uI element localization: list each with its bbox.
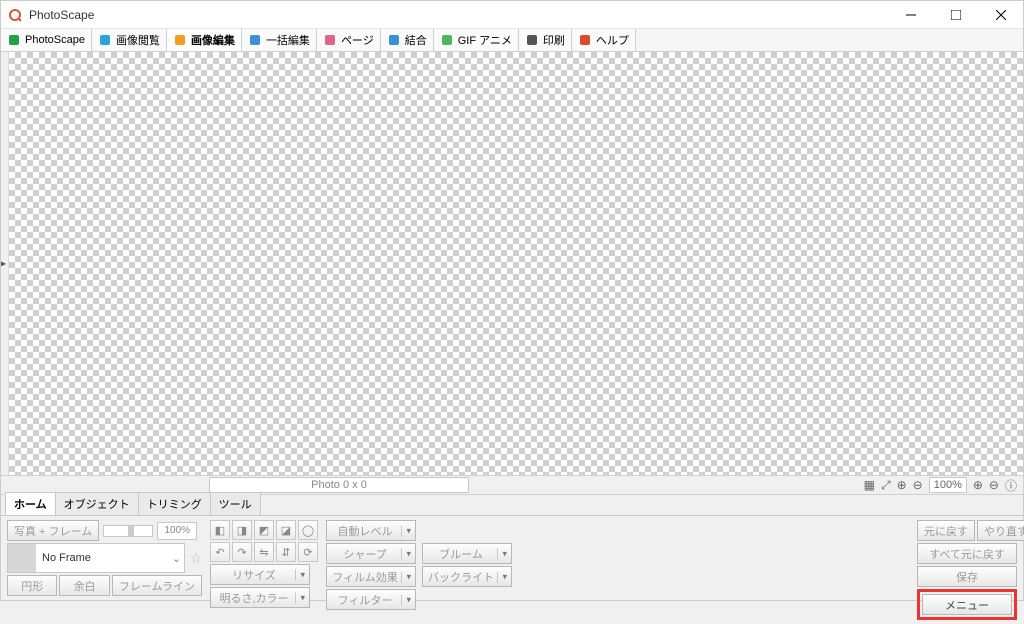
- frame-controls: 写真 + フレーム 100% No Frame ⌄ ☆ 円形 余白 フレームライ…: [7, 520, 202, 620]
- main-tab-GIF アニメ[interactable]: GIF アニメ: [434, 29, 519, 51]
- tab-label: PhotoScape: [25, 34, 85, 46]
- main-tab-一括編集[interactable]: 一括編集: [242, 29, 317, 51]
- window-title: PhotoScape: [29, 8, 94, 22]
- sidebar-collapse-handle[interactable]: ▸: [1, 52, 9, 475]
- tab-icon: [525, 33, 539, 47]
- redo-button[interactable]: やり直す: [977, 520, 1024, 541]
- margin-button[interactable]: 余白: [59, 575, 109, 596]
- tab-icon: [98, 33, 112, 47]
- tab-icon: [323, 33, 337, 47]
- tab-label: ページ: [341, 32, 374, 48]
- editor-area: ▸: [1, 52, 1023, 475]
- zoom-in-icon[interactable]: ⊕: [897, 478, 907, 492]
- tab-icon: [173, 33, 187, 47]
- zoom-in-icon-2[interactable]: ⊕: [973, 478, 983, 492]
- photo-dimensions: Photo 0 x 0: [209, 477, 469, 493]
- frame-percent: 100%: [157, 522, 197, 540]
- sub-tab-オブジェクト[interactable]: オブジェクト: [55, 492, 139, 515]
- tool-gradient-3-icon[interactable]: ◩: [254, 520, 274, 540]
- flip-h-icon[interactable]: ⇋: [254, 542, 274, 562]
- adjust-controls: ◧ ◨ ◩ ◪ ◯ ↶ ↷ ⇋ ⇵ ⟳ リサイズ 明るさ,カラー: [210, 520, 518, 620]
- main-tab-画像編集[interactable]: 画像編集: [167, 29, 242, 51]
- close-button[interactable]: [978, 1, 1023, 28]
- tab-label: GIF アニメ: [458, 32, 512, 48]
- frame-slider[interactable]: [103, 525, 153, 537]
- tool-gradient-2-icon[interactable]: ◨: [232, 520, 252, 540]
- tool-grid: ◧ ◨ ◩ ◪ ◯ ↶ ↷ ⇋ ⇵ ⟳: [210, 520, 318, 562]
- undo-button[interactable]: 元に戻す: [917, 520, 975, 541]
- sub-tab-トリミング[interactable]: トリミング: [138, 492, 211, 515]
- tab-label: 画像閲覧: [116, 32, 160, 48]
- main-tab-ヘルプ[interactable]: ヘルプ: [572, 29, 636, 51]
- app-icon: [7, 7, 23, 23]
- main-tab-結合[interactable]: 結合: [381, 29, 434, 51]
- backlight-button[interactable]: バックライト: [422, 566, 512, 587]
- frame-select[interactable]: No Frame ⌄: [7, 543, 185, 573]
- sub-tab-ホーム[interactable]: ホーム: [5, 492, 56, 515]
- main-tabbar: PhotoScape 画像閲覧 画像編集 一括編集 ページ 結合 GIF アニメ 印刷 ヘルプ: [1, 29, 1023, 52]
- frameline-button[interactable]: フレームライン: [112, 575, 202, 596]
- round-button[interactable]: 円形: [7, 575, 57, 596]
- resize-button[interactable]: リサイズ: [210, 564, 310, 585]
- revert-all-button[interactable]: すべて元に戻す: [917, 543, 1017, 564]
- frame-preview-swatch: [8, 544, 36, 572]
- tab-label: 印刷: [543, 32, 565, 48]
- main-tab-画像閲覧[interactable]: 画像閲覧: [92, 29, 167, 51]
- titlebar: PhotoScape: [1, 1, 1023, 29]
- tool-circle-icon[interactable]: ◯: [298, 520, 318, 540]
- flip-v-icon[interactable]: ⇵: [276, 542, 296, 562]
- save-button[interactable]: 保存: [917, 566, 1017, 587]
- expand-icon: ▸: [1, 258, 6, 269]
- main-tab-ページ[interactable]: ページ: [317, 29, 381, 51]
- tab-icon: [578, 33, 592, 47]
- auto-level-button[interactable]: 自動レベル: [326, 520, 416, 541]
- zoom-out-icon-2[interactable]: ⊖: [989, 478, 999, 492]
- film-effect-button[interactable]: フィルム効果: [326, 566, 416, 587]
- sub-tab-ツール[interactable]: ツール: [210, 492, 261, 515]
- menu-button-highlight: メニュー: [917, 589, 1017, 620]
- main-tab-PhotoScape[interactable]: PhotoScape: [1, 29, 92, 51]
- chevron-down-icon: ⌄: [168, 552, 184, 565]
- photo-plus-frame-button[interactable]: 写真 + フレーム: [7, 520, 99, 541]
- tool-gradient-1-icon[interactable]: ◧: [210, 520, 230, 540]
- main-tab-印刷[interactable]: 印刷: [519, 29, 572, 51]
- history-controls: 元に戻す やり直す すべて元に戻す 保存 メニュー: [917, 520, 1017, 620]
- tab-label: 結合: [405, 32, 427, 48]
- custom-rotate-icon[interactable]: ⟳: [298, 542, 318, 562]
- tab-icon: [387, 33, 401, 47]
- tab-icon: [248, 33, 262, 47]
- grid-icon[interactable]: ▦: [864, 478, 875, 492]
- maximize-button[interactable]: [933, 1, 978, 28]
- sharpen-button[interactable]: シャープ: [326, 543, 416, 564]
- canvas[interactable]: [9, 52, 1023, 475]
- tool-gradient-4-icon[interactable]: ◪: [276, 520, 296, 540]
- tab-icon: [7, 33, 21, 47]
- tab-label: 画像編集: [191, 32, 235, 48]
- rotate-ccw-icon[interactable]: ↶: [210, 542, 230, 562]
- zoom-out-icon[interactable]: ⊖: [913, 478, 923, 492]
- fit-icon[interactable]: ⤢: [881, 478, 891, 493]
- tab-icon: [440, 33, 454, 47]
- filter-button[interactable]: フィルター: [326, 589, 416, 610]
- bright-color-button[interactable]: 明るさ,カラー: [210, 587, 310, 608]
- tab-label: 一括編集: [266, 32, 310, 48]
- info-icon[interactable]: ⓘ: [1005, 477, 1017, 494]
- bottom-panel: ホームオブジェクトトリミングツール 写真 + フレーム 100% No Fram…: [1, 495, 1023, 600]
- favorite-icon[interactable]: ☆: [189, 550, 202, 567]
- bloom-button[interactable]: ブルーム: [422, 543, 512, 564]
- frame-select-label: No Frame: [36, 552, 168, 564]
- sub-tabbar: ホームオブジェクトトリミングツール: [1, 495, 1023, 515]
- minimize-button[interactable]: [888, 1, 933, 28]
- tab-label: ヘルプ: [596, 32, 629, 48]
- rotate-cw-icon[interactable]: ↷: [232, 542, 252, 562]
- zoom-value[interactable]: 100%: [929, 477, 967, 493]
- menu-button[interactable]: メニュー: [922, 594, 1012, 615]
